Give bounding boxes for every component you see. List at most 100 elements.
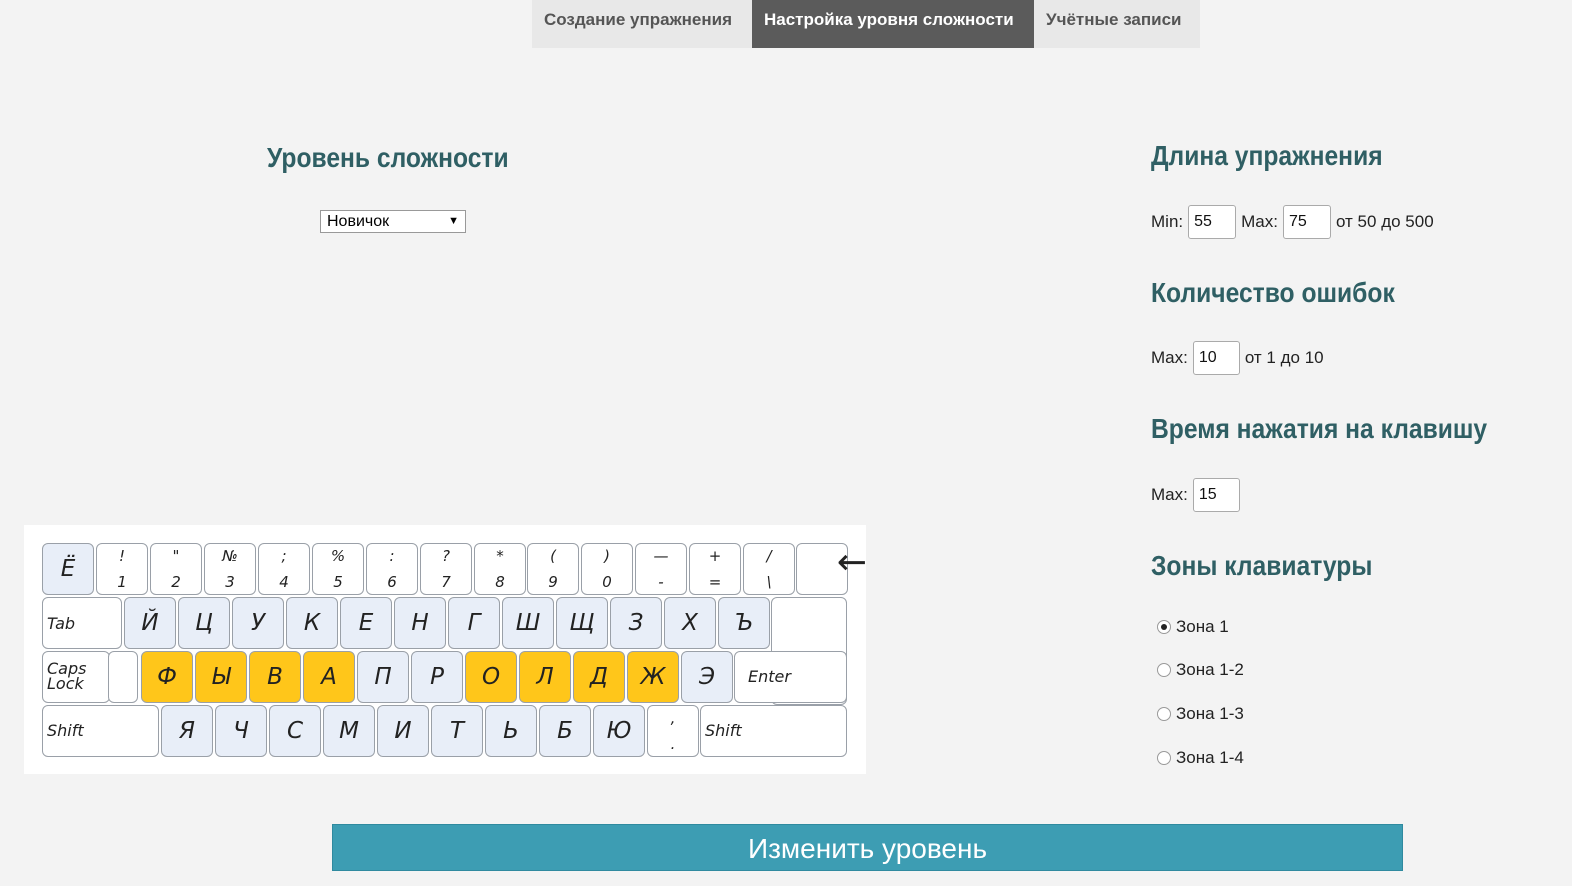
key-home-row: Ы <box>195 651 247 703</box>
key-digit: ; 4 <box>258 543 310 595</box>
radio-button[interactable] <box>1157 620 1171 634</box>
key-label: Ф <box>157 664 177 690</box>
length-row: Min: 55 Max: 75 от 50 до 500 <box>1151 205 1434 239</box>
length-min-input[interactable]: 55 <box>1188 205 1237 239</box>
max-label: Max: <box>1241 212 1278 231</box>
key-label: Ч <box>233 718 249 744</box>
errors-range-text: от 1 до 10 <box>1244 348 1324 367</box>
radio-button[interactable] <box>1157 751 1171 765</box>
key-label: Ю <box>606 718 632 744</box>
key-label: Н <box>411 610 429 636</box>
key-label: Ь <box>503 718 519 744</box>
key-shift-symbol: ? <box>442 547 450 565</box>
zone-option-1-4[interactable]: Зона 1-4 <box>1157 748 1244 768</box>
errors-max-input[interactable]: 10 <box>1192 341 1240 375</box>
key-letter: Ю <box>593 705 645 757</box>
key-label: Л <box>536 664 554 690</box>
min-label: Min: <box>1151 212 1184 231</box>
keytime-title: Время нажатия на клавишу <box>1151 413 1488 444</box>
key-digit: — - <box>635 543 687 595</box>
key-punctuation: ,. <box>647 705 699 757</box>
key-home-row: В <box>249 651 301 703</box>
key-shift-left: Shift <box>42 705 159 757</box>
key-letter: Х <box>664 597 716 649</box>
key-label: О <box>481 664 501 690</box>
key-shift-symbol: ; <box>281 547 287 565</box>
key-shift-symbol: — <box>653 547 669 565</box>
tab-difficulty-settings[interactable]: Настройка уровня сложности <box>752 0 1034 48</box>
key-home-row: Ж <box>627 651 679 703</box>
key-label: Б <box>557 718 573 744</box>
key-label: П <box>374 664 392 690</box>
key-shift-symbol: + <box>708 547 722 565</box>
zone-option-1[interactable]: Зона 1 <box>1157 617 1229 637</box>
key-label: Д <box>590 664 608 690</box>
difficulty-select[interactable]: Новичок ▼ <box>320 210 466 233</box>
key-letter: Й <box>124 597 176 649</box>
difficulty-title: Уровень сложности <box>267 142 509 173</box>
key-label: Ъ <box>734 610 754 636</box>
key-label: Ш <box>515 610 541 636</box>
key-letter: З <box>610 597 662 649</box>
key-modifier-label: Tab <box>47 614 76 633</box>
radio-button[interactable] <box>1157 707 1171 721</box>
key-yo: Ё <box>42 543 94 595</box>
key-symbol: 4 <box>279 573 289 591</box>
key-enter: Enter <box>734 651 847 703</box>
key-letter: Щ <box>556 597 608 649</box>
key-letter: Ч <box>215 705 267 757</box>
key-letter: Г <box>448 597 500 649</box>
key-caps-lock: Caps Lock <box>42 651 110 703</box>
keytime-max-input[interactable]: 15 <box>1192 478 1240 512</box>
key-symbol: 0 <box>602 573 612 591</box>
key-label: Я <box>179 718 195 744</box>
key-label: А <box>321 664 337 690</box>
key-letter: Н <box>394 597 446 649</box>
key-digit: (9 <box>527 543 579 595</box>
key-label: Ё <box>60 556 76 582</box>
zone-label: Зона 1-2 <box>1176 660 1244 679</box>
max-label: Max: <box>1151 485 1188 504</box>
zone-label: Зона 1 <box>1176 617 1229 636</box>
radio-button[interactable] <box>1157 663 1171 677</box>
key-letter: Ш <box>502 597 554 649</box>
key-label: К <box>303 610 321 636</box>
key-shift-symbol: " <box>172 547 180 565</box>
key-letter: И <box>377 705 429 757</box>
key-shift-symbol: ) <box>604 547 610 565</box>
key-symbol: - <box>658 573 664 591</box>
key-shift-symbol: * <box>496 547 504 565</box>
key-digit: № 3 <box>204 543 256 595</box>
key-shift-symbol: : <box>389 547 395 565</box>
key-shift-symbol: / <box>766 547 772 565</box>
key-modifier-label: Caps Lock <box>47 659 87 693</box>
key-label: Р <box>430 664 444 690</box>
change-level-button[interactable]: Изменить уровень <box>332 824 1403 871</box>
zone-option-1-2[interactable]: Зона 1-2 <box>1157 660 1244 680</box>
tab-create-exercise[interactable]: Создание упражнения <box>532 0 752 48</box>
chevron-down-icon: ▼ <box>448 215 459 227</box>
top-tab-bar: Создание упражнения Настройка уровня сло… <box>532 0 1200 48</box>
key-digit: + = <box>689 543 741 595</box>
key-letter: Р <box>411 651 463 703</box>
key-symbol: . <box>670 735 676 753</box>
key-shift-right: Shift <box>700 705 847 757</box>
zones-title: Зоны клавиатуры <box>1151 550 1373 581</box>
zone-option-1-3[interactable]: Зона 1-3 <box>1157 704 1244 724</box>
key-shift-symbol: № <box>222 547 238 565</box>
key-label: Т <box>449 718 465 744</box>
key-label: У <box>250 610 265 636</box>
key-letter: Т <box>431 705 483 757</box>
key-home-row: Л <box>519 651 571 703</box>
key-modifier-label: Enter <box>748 667 791 686</box>
key-letter: Э <box>681 651 733 703</box>
key-label: Х <box>682 610 698 636</box>
key-letter: М <box>323 705 375 757</box>
tab-accounts[interactable]: Учётные записи <box>1034 0 1200 48</box>
key-symbol: 8 <box>495 573 505 591</box>
key-label: Е <box>358 610 374 636</box>
length-max-input[interactable]: 75 <box>1282 205 1331 239</box>
key-digit: / \ <box>743 543 795 595</box>
key-symbol: 1 <box>117 573 127 591</box>
key-home-row: Д <box>573 651 625 703</box>
